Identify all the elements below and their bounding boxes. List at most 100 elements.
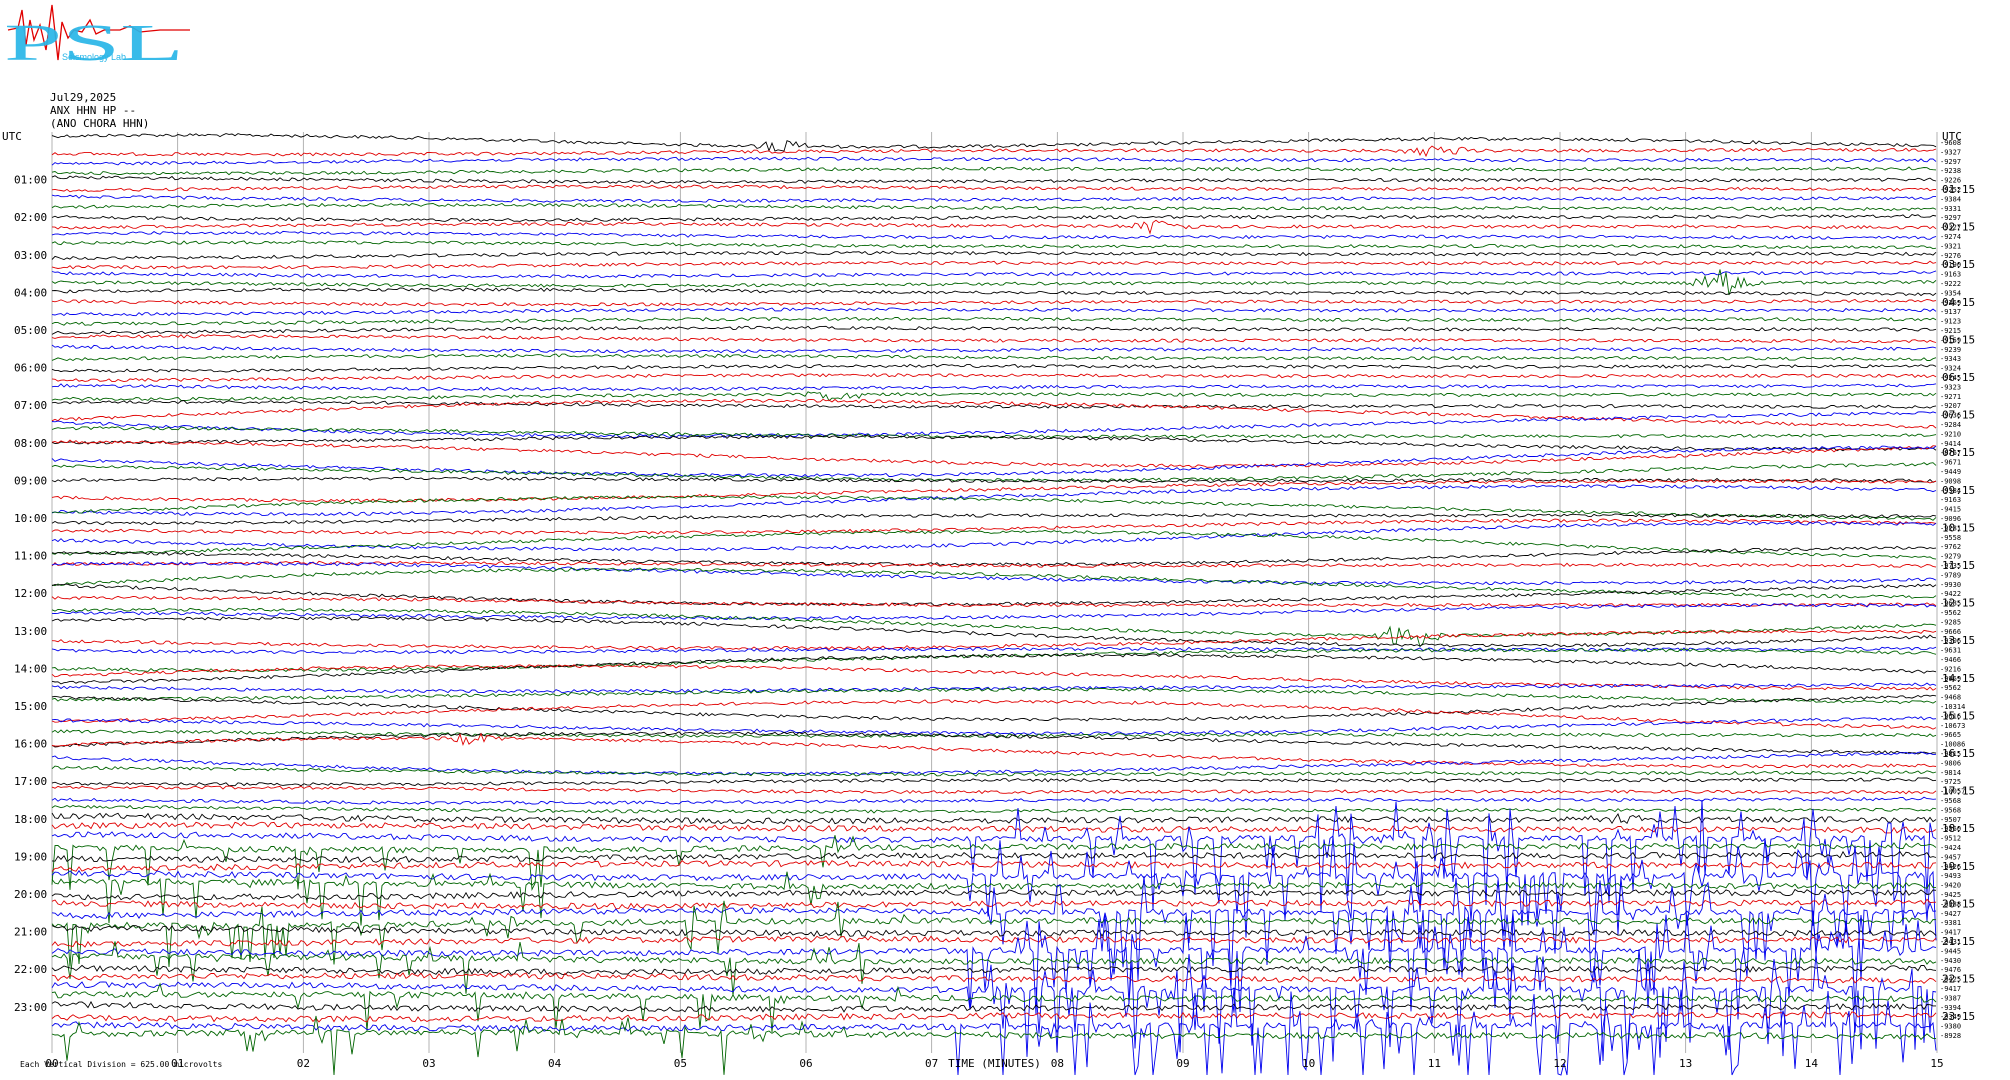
hour-label-right: 06:15 <box>1942 371 1975 384</box>
trace-line <box>51 325 1937 335</box>
trace-offset-label: -9466 <box>1940 656 1961 664</box>
trace-line <box>51 796 1937 805</box>
trace-line <box>51 156 1937 166</box>
hour-label-right: 01:15 <box>1942 183 1975 196</box>
trace-offset-label: -9665 <box>1940 731 1961 739</box>
trace-offset-label: -9493 <box>1940 872 1961 880</box>
trace-line <box>51 777 1937 787</box>
hour-label-left: 07:00 <box>14 399 47 412</box>
trace-line <box>51 785 1937 795</box>
trace-line <box>51 270 1937 279</box>
trace-offset-label: -9321 <box>1940 242 1961 250</box>
trace-offset-label: -9568 <box>1940 797 1961 805</box>
hour-label-right: 22:15 <box>1942 973 1975 986</box>
hour-label-right: 15:15 <box>1942 709 1975 722</box>
trace-line <box>51 184 1937 193</box>
trace-line <box>51 900 1937 968</box>
hour-label-left: 12:00 <box>14 587 47 600</box>
trace-offset-label: -9930 <box>1940 581 1961 589</box>
trace-line <box>51 567 1937 599</box>
left-axis-label: UTC <box>2 130 22 143</box>
x-tick-label: 04 <box>548 1057 562 1070</box>
trace-offset-label: -9123 <box>1940 318 1961 326</box>
hour-label-left: 14:00 <box>14 662 47 675</box>
trace-offset-label: -9327 <box>1940 148 1961 156</box>
x-tick-label: 05 <box>674 1057 687 1070</box>
trace-offset-label: -9671 <box>1940 459 1961 467</box>
hour-label-left: 15:00 <box>14 700 47 713</box>
hour-label-left: 10:00 <box>14 512 47 525</box>
x-tick-label: 08 <box>1051 1057 1064 1070</box>
trace-line <box>51 804 1937 814</box>
trace-line <box>51 1011 1937 1023</box>
trace-offset-label: -9222 <box>1940 280 1961 288</box>
hour-label-right: 21:15 <box>1942 935 1975 948</box>
trace-line <box>51 202 1937 212</box>
trace-offset-label: -9274 <box>1940 233 1961 241</box>
trace-line <box>51 964 1937 976</box>
trace-offset-label: -9210 <box>1940 430 1961 438</box>
trace-offset-label: -9417 <box>1940 985 1961 993</box>
trace-line <box>51 269 1937 296</box>
trace-offset-label: -9558 <box>1940 534 1961 542</box>
trace-line <box>51 518 1937 535</box>
trace-offset-label: -9468 <box>1940 694 1961 702</box>
hour-label-left: 16:00 <box>14 738 47 751</box>
hour-label-right: 19:15 <box>1942 860 1975 873</box>
hour-label-left: 21:00 <box>14 926 47 939</box>
trace-line <box>51 260 1937 270</box>
trace-line <box>51 363 1937 373</box>
trace-line <box>51 521 1937 552</box>
trace-line <box>51 230 1937 240</box>
trace-line <box>51 219 1937 235</box>
x-tick-label: 11 <box>1428 1057 1441 1070</box>
hour-label-right: 02:15 <box>1942 221 1975 234</box>
right-axis-label: UTC <box>1942 130 1962 143</box>
trace-offset-label: -9420 <box>1940 882 1961 890</box>
trace-offset-label: -9427 <box>1940 910 1961 918</box>
x-tick-label: 07 <box>925 1057 938 1070</box>
trace-line <box>51 583 1937 607</box>
hour-label-right: 11:15 <box>1942 559 1975 572</box>
hour-label-left: 20:00 <box>14 888 47 901</box>
trace-offset-label: -9163 <box>1940 496 1961 504</box>
trace-line <box>51 133 1937 152</box>
trace-line <box>51 250 1937 260</box>
trace-line <box>51 194 1936 203</box>
trace-line <box>51 687 1937 705</box>
trace-offset-label: -9430 <box>1940 957 1961 965</box>
trace-line <box>51 445 1937 478</box>
trace-line <box>51 344 1937 354</box>
trace-offset-label: -9512 <box>1940 835 1961 843</box>
trace-line <box>51 529 1937 560</box>
trace-offset-label: -9384 <box>1940 195 1961 203</box>
trace-line <box>51 495 1937 521</box>
x-tick-label: 10 <box>1302 1057 1315 1070</box>
hour-label-left: 09:00 <box>14 474 47 487</box>
hour-label-left: 19:00 <box>14 850 47 863</box>
trace-line <box>51 812 1937 825</box>
hour-label-left: 04:00 <box>14 286 47 299</box>
x-tick-label: 15 <box>1930 1057 1943 1070</box>
trace-line <box>51 664 1937 691</box>
trace-line <box>51 871 1937 926</box>
trace-offset-label: -9297 <box>1940 158 1961 166</box>
hour-label-left: 08:00 <box>14 437 47 450</box>
helicorder-plot: 00 01 02 03 04 05 06 07 08 09 10 11 12 13 14 15-9608-93… <box>2 130 1975 1076</box>
trace-offset-label: -9762 <box>1940 543 1961 551</box>
trace-offset-label: -9562 <box>1940 684 1961 692</box>
trace-offset-label: -9285 <box>1940 618 1961 626</box>
footer-scale-note: Each Vertical Division = 625.00 microvol… <box>20 1060 222 1069</box>
trace-line <box>51 972 1937 984</box>
x-tick-label: 09 <box>1176 1057 1189 1070</box>
trace-offset-label: -9424 <box>1940 844 1961 852</box>
hour-label-right: 04:15 <box>1942 296 1975 309</box>
x-axis-label: TIME (MINUTES) <box>948 1057 1041 1070</box>
trace-line <box>51 898 1937 910</box>
trace-line <box>51 646 1937 655</box>
trace-line <box>51 391 1937 402</box>
hour-label-right: 07:15 <box>1942 409 1975 422</box>
trace-line <box>51 949 1937 1062</box>
trace-offset-label: -9163 <box>1940 271 1961 279</box>
trace-line <box>51 383 1937 392</box>
